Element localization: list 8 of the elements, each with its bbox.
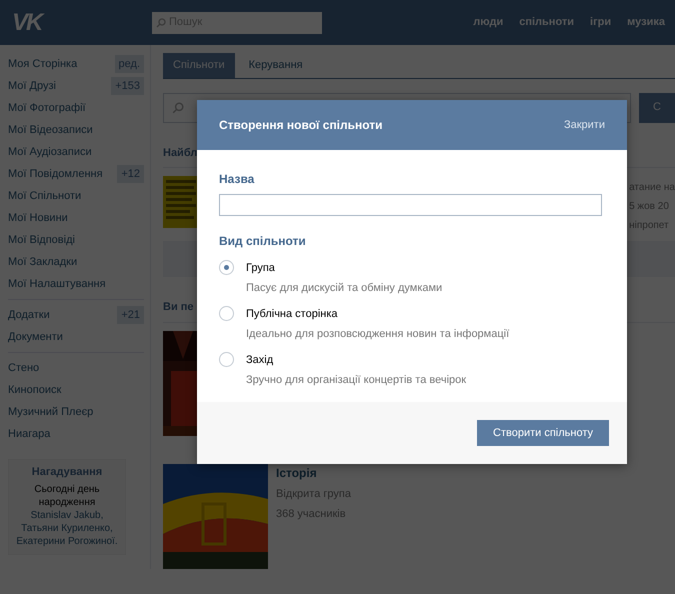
reminder-text: Сьогодні день народження Stanislav Jakub, Татьяни Куриленко, Екатерини Рогожиної. <box>15 483 119 548</box>
option-description: Ідеально для розповсюдження новин та інформації <box>246 326 510 342</box>
field-label: Назва <box>219 171 256 188</box>
reminder-title: Нагадування <box>30 466 104 480</box>
dialog-title: Створення нової спільноти <box>219 117 383 134</box>
option-description: Зручно для організації концертів та вечірок <box>246 372 466 388</box>
section-label: Вид спільноти <box>219 233 307 250</box>
option-description: Пасує для дискусій та обміну думками <box>246 280 442 296</box>
